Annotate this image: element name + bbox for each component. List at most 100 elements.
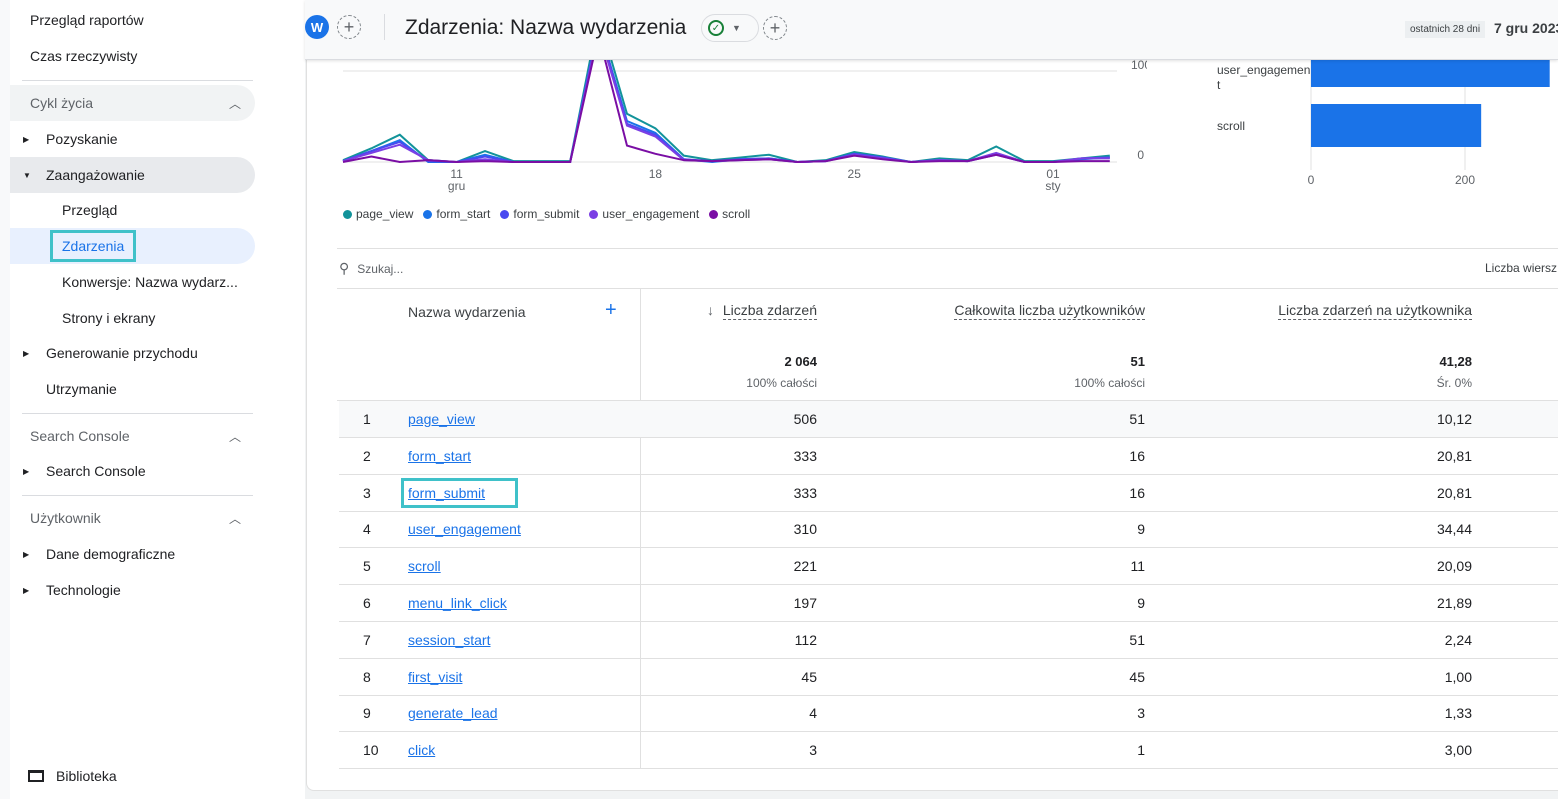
nav-label: Biblioteka <box>56 768 117 784</box>
total-users: 16 <box>1129 484 1145 501</box>
nav-acquisition[interactable]: ▶ Pozyskanie <box>10 121 255 157</box>
nav-realtime[interactable]: Czas rzeczywisty <box>30 38 275 74</box>
add-dimension-button[interactable]: + <box>605 299 617 322</box>
nav-reports-overview[interactable]: Przegląd raportów <box>30 2 275 38</box>
divider <box>337 248 1558 249</box>
nav-events-active[interactable]: Zdarzenia <box>10 228 255 264</box>
caret-right-icon: ▶ <box>23 466 30 476</box>
events-per-user: 34,44 <box>1436 521 1472 538</box>
table-row[interactable]: 8 first_visit 45 45 1,00 <box>339 659 1558 696</box>
event-name-link[interactable]: page_view <box>408 411 475 427</box>
section-user[interactable]: Użytkownik ︿ <box>10 500 255 536</box>
chevron-up-icon: ︿ <box>228 96 241 111</box>
sort-desc-icon[interactable]: ↓ <box>707 302 714 318</box>
nav-monetization[interactable]: ▶ Generowanie przychodu <box>10 335 255 371</box>
table-row[interactable]: 5 scroll 221 11 20,09 <box>339 548 1558 586</box>
table-row[interactable]: 7 session_start 112 51 2,24 <box>339 622 1558 659</box>
nav-engagement[interactable]: ▼ Zaangażowanie <box>10 157 255 193</box>
table-row[interactable]: 2 form_start 333 16 20,81 <box>339 438 1558 475</box>
legend-dot-icon <box>589 209 599 219</box>
nav-label: Technologie <box>46 582 121 598</box>
comparison-avatar[interactable]: W <box>305 15 329 39</box>
event-name-link[interactable]: first_visit <box>408 669 462 685</box>
event-name-link[interactable]: generate_lead <box>408 705 498 721</box>
sidebar: Przegląd raportów Czas rzeczywisty Cykl … <box>0 0 305 799</box>
page-title: Zdarzenia: Nazwa wydarzenia <box>405 16 687 39</box>
section-search-console[interactable]: Search Console ︿ <box>10 418 255 454</box>
events-per-user: 1,33 <box>1444 705 1472 722</box>
legend-item[interactable]: scroll <box>709 207 750 221</box>
events-per-user: 20,09 <box>1436 558 1472 575</box>
x-tick-label: 18 <box>649 167 663 181</box>
event-name-link[interactable]: click <box>408 742 435 758</box>
event-name-link[interactable]: scroll <box>408 558 441 574</box>
event-name-link[interactable]: form_submit <box>400 477 519 508</box>
nav-technology[interactable]: ▶ Technologie <box>10 572 255 608</box>
events-per-user: 21,89 <box>1436 595 1472 611</box>
nav-retention[interactable]: Utrzymanie <box>10 371 255 407</box>
legend-item[interactable]: form_start <box>423 207 490 221</box>
event-name-link[interactable]: menu_link_click <box>408 595 507 611</box>
y-tick-label: 100 <box>1131 58 1147 72</box>
row-index: 8 <box>363 668 371 685</box>
x-tick-label: 25 <box>848 167 862 181</box>
nav-overview[interactable]: Przegląd <box>10 192 255 228</box>
nav-label: Zaangażowanie <box>46 167 145 183</box>
divider <box>22 495 253 496</box>
column-header-event-name[interactable]: Nazwa wydarzenia <box>408 304 526 320</box>
check-circle-icon: ✓ <box>708 20 724 36</box>
events-per-user: 2,24 <box>1444 631 1472 648</box>
legend-dot-icon <box>343 209 352 219</box>
event-count: 45 <box>801 668 817 685</box>
legend-dot-icon <box>709 209 719 219</box>
add-button[interactable]: + <box>763 16 787 40</box>
search-field[interactable]: ⚲ Szukaj... <box>339 260 403 277</box>
dropdown-arrow-icon: ▼ <box>732 23 741 33</box>
x-tick-sublabel: gru <box>448 179 465 193</box>
nav-pages-screens[interactable]: Strony i ekrany <box>10 300 255 336</box>
row-index: 9 <box>363 705 371 722</box>
section-lifecycle[interactable]: Cykl życia ︿ <box>10 85 255 121</box>
table-row[interactable]: 1 page_view 506 51 10,12 <box>339 401 1558 438</box>
nav-conversions[interactable]: Konwersje: Nazwa wydarz... <box>10 264 255 300</box>
table-row[interactable]: 10 click 3 1 3,00 <box>339 732 1558 770</box>
column-header-event-count[interactable]: Liczba zdarzeń <box>722 302 817 320</box>
section-label: Cykl życia <box>30 95 94 111</box>
table-row[interactable]: 3 form_submit 333 16 20,81 <box>339 475 1558 512</box>
table-row[interactable]: 6 menu_link_click 197 9 21,89 <box>339 585 1558 622</box>
event-name-link[interactable]: session_start <box>408 632 490 648</box>
column-header-events-per-user[interactable]: Liczba zdarzeń na użytkownika <box>1278 302 1472 320</box>
y-tick-label: 0 <box>1137 148 1144 162</box>
table-row[interactable]: 9 generate_lead 4 3 1,33 <box>339 695 1558 733</box>
events-per-user: 3,00 <box>1444 742 1472 759</box>
event-count: 221 <box>793 558 817 575</box>
caret-right-icon: ▶ <box>23 549 30 559</box>
legend-item[interactable]: form_submit <box>500 207 579 221</box>
caret-right-icon: ▶ <box>23 585 30 595</box>
event-name-link[interactable]: form_start <box>408 448 471 464</box>
caret-right-icon: ▶ <box>23 134 30 144</box>
row-index: 6 <box>363 595 371 611</box>
nav-label: Dane demograficzne <box>46 546 176 562</box>
event-name-link[interactable]: user_engagement <box>408 521 521 537</box>
total-users: 11 <box>1130 558 1145 575</box>
nav-label: Search Console <box>46 463 146 479</box>
legend-item[interactable]: page_view <box>343 207 413 221</box>
table-row[interactable]: 4 user_engagement 310 9 34,44 <box>339 511 1558 549</box>
nav-library[interactable]: Biblioteka <box>10 758 255 794</box>
total-users: 1 <box>1137 742 1145 759</box>
report-status-dropdown[interactable]: ✓ ▼ <box>701 14 759 42</box>
date-range-tag: ostatnich 28 dni <box>1405 21 1486 38</box>
nav-label: Generowanie przychodu <box>46 345 198 361</box>
legend-dot-icon <box>423 209 433 219</box>
add-comparison-button[interactable]: + <box>337 15 361 39</box>
nav-search-console[interactable]: ▶ Search Console <box>10 453 255 489</box>
rows-per-page-label[interactable]: Liczba wiersz <box>1485 261 1557 275</box>
legend-dot-icon <box>500 209 510 219</box>
event-count: 4 <box>809 705 817 722</box>
date-range-picker[interactable]: 7 gru 2023 <box>1494 20 1558 36</box>
column-header-total-users[interactable]: Całkowita liczba użytkowników <box>954 302 1145 320</box>
row-index: 5 <box>363 558 371 575</box>
legend-item[interactable]: user_engagement <box>589 207 699 221</box>
nav-demographics[interactable]: ▶ Dane demograficzne <box>10 536 255 572</box>
